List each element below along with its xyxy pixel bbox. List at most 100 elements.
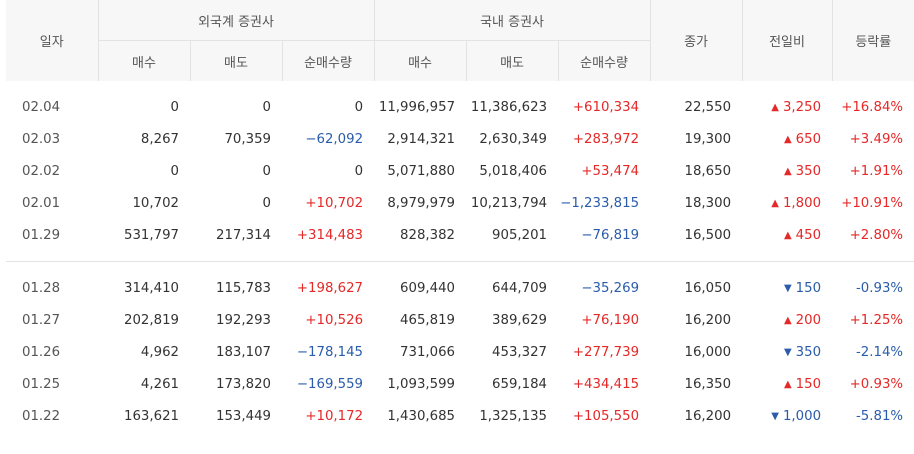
table-row: 02.02 0 0 0 5,071,880 5,018,406 +53,474 18,650 ▲… bbox=[6, 155, 914, 187]
table-body: 02.04 0 0 0 11,996,957 11,386,623 +610,334 22,5… bbox=[6, 81, 914, 432]
date-cell: 01.25 bbox=[22, 376, 61, 392]
domestic-buy-cell: 8,979,979 bbox=[387, 195, 456, 211]
domestic-buy-cell: 465,819 bbox=[400, 312, 456, 328]
change-cell: ▲ 150 bbox=[742, 368, 832, 400]
header-foreign-net: 순매수량 bbox=[281, 40, 375, 81]
change-cell: ▲ 3,250 bbox=[742, 91, 832, 123]
close-price-cell: 16,050 bbox=[684, 280, 732, 296]
domestic-net-cell: +76,190 bbox=[581, 312, 640, 328]
date-cell: 01.26 bbox=[22, 344, 61, 360]
foreign-buy-cell: 202,819 bbox=[124, 312, 179, 328]
rate-cell: +2.80% bbox=[849, 227, 904, 243]
triangle-up-icon: ▲ bbox=[783, 165, 792, 177]
header-domestic-sell: 매도 bbox=[465, 40, 559, 81]
change-cell: ▲ 650 bbox=[742, 123, 832, 155]
foreign-sell-cell: 153,449 bbox=[216, 408, 271, 424]
domestic-sell-cell: 5,018,406 bbox=[479, 163, 548, 179]
rate-cell: -0.93% bbox=[856, 280, 904, 296]
header-change: 전일비 bbox=[741, 0, 833, 81]
triangle-down-icon: ▼ bbox=[783, 346, 792, 358]
rate-cell: +1.25% bbox=[849, 312, 904, 328]
domestic-net-cell: −76,819 bbox=[581, 227, 640, 243]
change-value: 350 bbox=[795, 344, 822, 360]
header-domestic-net: 순매수량 bbox=[557, 40, 651, 81]
header-foreign-buy: 매수 bbox=[97, 40, 190, 81]
change-cell: ▲ 450 bbox=[742, 219, 832, 251]
domestic-sell-cell: 644,709 bbox=[492, 280, 548, 296]
date-cell: 02.01 bbox=[22, 195, 61, 211]
close-price-cell: 22,550 bbox=[684, 99, 732, 115]
header-foreign-brokers: 외국계 증권사 bbox=[97, 0, 375, 41]
spacer-cell bbox=[6, 81, 914, 91]
domestic-sell-cell: 659,184 bbox=[492, 376, 548, 392]
header-domestic-brokers: 국내 증권사 bbox=[373, 0, 651, 41]
domestic-net-cell: +283,972 bbox=[572, 131, 640, 147]
domestic-net-cell: +610,334 bbox=[572, 99, 640, 115]
domestic-buy-cell: 1,093,599 bbox=[387, 376, 456, 392]
domestic-buy-cell: 5,071,880 bbox=[387, 163, 456, 179]
change-value: 1,800 bbox=[782, 195, 822, 211]
domestic-buy-cell: 2,914,321 bbox=[387, 131, 456, 147]
domestic-sell-cell: 905,201 bbox=[492, 227, 548, 243]
rate-cell: +3.49% bbox=[849, 131, 904, 147]
foreign-net-cell: +10,526 bbox=[305, 312, 364, 328]
foreign-sell-cell: 0 bbox=[262, 163, 271, 179]
close-price-cell: 16,200 bbox=[684, 408, 732, 424]
domestic-net-cell: +434,415 bbox=[572, 376, 640, 392]
table-row: 02.03 8,267 70,359 −62,092 2,914,321 2,630,34… bbox=[6, 123, 914, 155]
close-price-cell: 18,650 bbox=[684, 163, 732, 179]
change-value: 150 bbox=[795, 280, 822, 296]
spacer-cell bbox=[6, 251, 914, 262]
foreign-net-cell: −178,145 bbox=[296, 344, 364, 360]
domestic-sell-cell: 453,327 bbox=[492, 344, 548, 360]
close-price-cell: 16,000 bbox=[684, 344, 732, 360]
foreign-buy-cell: 0 bbox=[170, 163, 179, 179]
header-domestic-buy: 매수 bbox=[373, 40, 467, 81]
domestic-net-cell: +277,739 bbox=[572, 344, 640, 360]
foreign-buy-cell: 531,797 bbox=[124, 227, 179, 243]
foreign-net-cell: +10,172 bbox=[305, 408, 364, 424]
close-price-cell: 19,300 bbox=[684, 131, 732, 147]
header-rate: 등락률 bbox=[831, 0, 914, 81]
foreign-sell-cell: 192,293 bbox=[216, 312, 271, 328]
foreign-sell-cell: 183,107 bbox=[216, 344, 271, 360]
close-price-cell: 18,300 bbox=[684, 195, 732, 211]
table-row: 01.25 4,261 173,820 −169,559 1,093,599 659,18… bbox=[6, 368, 914, 400]
foreign-net-cell: 0 bbox=[354, 99, 364, 115]
foreign-buy-cell: 10,702 bbox=[132, 195, 179, 211]
foreign-sell-cell: 70,359 bbox=[224, 131, 271, 147]
spacer2-row bbox=[6, 262, 914, 272]
date-cell: 01.29 bbox=[22, 227, 61, 243]
foreign-sell-cell: 173,820 bbox=[216, 376, 271, 392]
spacer-row bbox=[6, 251, 914, 262]
rate-cell: +0.93% bbox=[849, 376, 904, 392]
foreign-buy-cell: 163,621 bbox=[124, 408, 179, 424]
foreign-buy-cell: 8,267 bbox=[140, 131, 179, 147]
header-date: 일자 bbox=[6, 0, 98, 81]
domestic-net-cell: +53,474 bbox=[581, 163, 640, 179]
table-row: 01.27 202,819 192,293 +10,526 465,819 389,629… bbox=[6, 304, 914, 336]
table-row: 01.28 314,410 115,783 +198,627 609,440 644,70… bbox=[6, 272, 914, 304]
table-row: 02.04 0 0 0 11,996,957 11,386,623 +610,334 22,5… bbox=[6, 91, 914, 123]
change-value: 1,000 bbox=[782, 408, 822, 424]
change-value: 350 bbox=[795, 163, 822, 179]
table-row: 01.29 531,797 217,314 +314,483 828,382 905,20… bbox=[6, 219, 914, 251]
domestic-buy-cell: 609,440 bbox=[400, 280, 456, 296]
domestic-buy-cell: 828,382 bbox=[400, 227, 456, 243]
domestic-sell-cell: 11,386,623 bbox=[470, 99, 548, 115]
foreign-sell-cell: 217,314 bbox=[216, 227, 271, 243]
triangle-up-icon: ▲ bbox=[783, 229, 792, 241]
domestic-sell-cell: 10,213,794 bbox=[470, 195, 548, 211]
table-header: 일자 외국계 증권사 국내 증권사 종가 전일비 등락률 매수 매도 순매수량 … bbox=[6, 0, 914, 81]
foreign-buy-cell: 4,962 bbox=[140, 344, 179, 360]
change-cell: ▼ 1,000 bbox=[742, 400, 832, 432]
triangle-up-icon: ▲ bbox=[783, 378, 792, 390]
domestic-net-cell: −35,269 bbox=[581, 280, 640, 296]
foreign-sell-cell: 0 bbox=[262, 195, 271, 211]
foreign-net-cell: −169,559 bbox=[296, 376, 364, 392]
change-value: 450 bbox=[795, 227, 822, 243]
spacer2-cell bbox=[6, 262, 914, 272]
triangle-down-icon: ▼ bbox=[783, 282, 792, 294]
domestic-buy-cell: 11,996,957 bbox=[378, 99, 456, 115]
foreign-buy-cell: 4,261 bbox=[140, 376, 179, 392]
